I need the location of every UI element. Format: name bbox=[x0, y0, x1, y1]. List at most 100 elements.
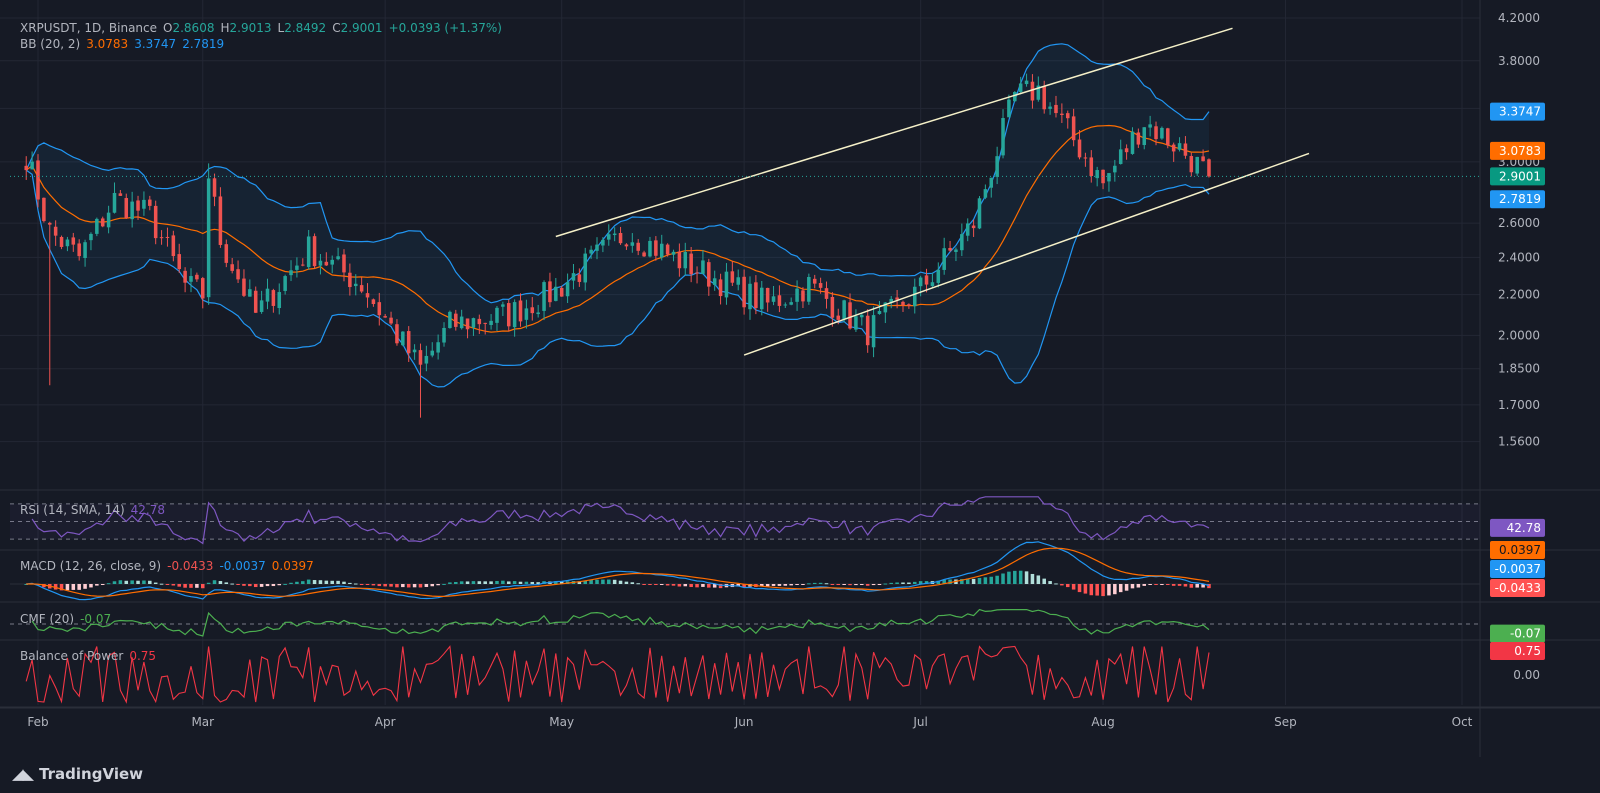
candle-body bbox=[342, 254, 346, 273]
macd-histogram-bar bbox=[795, 584, 799, 585]
candle-body bbox=[89, 233, 93, 241]
macd-histogram-bar bbox=[501, 580, 505, 584]
candle-body bbox=[218, 196, 223, 245]
macd-histogram-bar bbox=[477, 581, 482, 584]
macd-histogram-bar bbox=[1195, 584, 1199, 588]
candle-body bbox=[648, 240, 652, 257]
candle-body bbox=[1130, 131, 1135, 154]
bb-lower-tag: 2.7819 bbox=[1490, 190, 1545, 209]
candle-body bbox=[418, 350, 423, 365]
macd-histogram-bar bbox=[406, 584, 411, 588]
macd-histogram-bar bbox=[306, 579, 311, 584]
macd-histogram-bar bbox=[495, 580, 499, 584]
candle-body bbox=[1083, 157, 1088, 159]
candle-body bbox=[424, 355, 429, 364]
macd-histogram-bar bbox=[295, 581, 299, 584]
macd-histogram-bar bbox=[824, 583, 829, 585]
cmf-label[interactable]: CMF (20) bbox=[20, 612, 74, 626]
macd-histogram-bar bbox=[524, 581, 529, 584]
macd-histogram-bar bbox=[1124, 584, 1129, 591]
candle-body bbox=[665, 244, 670, 255]
macd-histogram-bar bbox=[177, 584, 181, 587]
price-tick-label: 1.8500 bbox=[1498, 362, 1540, 376]
candle-body bbox=[683, 251, 688, 269]
macd-histogram-bar bbox=[871, 584, 876, 586]
ohlc-row: XRPUSDT, 1D, Binance O2.8608 H2.9013 L2.849… bbox=[20, 20, 508, 36]
candle-body bbox=[1148, 124, 1152, 128]
price-chart[interactable]: 4.20003.80003.40003.00002.60002.40002.20… bbox=[0, 0, 1600, 757]
macd-histogram-bar bbox=[912, 581, 917, 584]
bb-basis-tag-text: 3.0783 bbox=[1499, 144, 1541, 158]
macd-histogram-bar bbox=[353, 583, 358, 585]
candle-body bbox=[618, 233, 623, 244]
candle-body bbox=[265, 288, 270, 302]
macd-histogram-bar bbox=[901, 582, 905, 584]
candle-body bbox=[912, 286, 917, 307]
candle-body bbox=[983, 189, 988, 198]
candle-body bbox=[595, 244, 599, 251]
candle-body bbox=[448, 311, 452, 328]
change-value: +0.0393 (+1.37%) bbox=[388, 21, 502, 35]
candle-body bbox=[124, 198, 129, 219]
candle-body bbox=[112, 192, 117, 213]
macd-histogram-bar bbox=[777, 584, 782, 586]
macd-histogram-bar bbox=[512, 581, 517, 584]
candle-body bbox=[854, 316, 858, 330]
rsi-tag-text: 42.78 bbox=[1507, 521, 1541, 535]
candle-body bbox=[777, 295, 782, 306]
candle-body bbox=[636, 242, 640, 251]
candle-body bbox=[654, 240, 658, 256]
tradingview-logo[interactable]: ◢◣ TradingView bbox=[12, 765, 143, 783]
candle-body bbox=[989, 177, 994, 188]
candle-body bbox=[842, 300, 846, 320]
candle-body bbox=[195, 274, 199, 280]
macd-histogram-bar bbox=[183, 584, 187, 588]
rsi-label[interactable]: RSI (14, SMA, 14) bbox=[20, 503, 125, 517]
time-tick-oct: Oct bbox=[1452, 715, 1473, 729]
macd-histogram-bar bbox=[459, 581, 464, 584]
bop-tick-label: 0.00 bbox=[1513, 668, 1540, 682]
candle-body bbox=[1166, 128, 1170, 146]
symbol-title[interactable]: XRPUSDT, 1D, Binance bbox=[20, 21, 157, 35]
macd-histogram-bar bbox=[595, 579, 599, 584]
macd-label[interactable]: MACD (12, 26, close, 9) bbox=[20, 559, 161, 573]
macd-histogram-bar bbox=[601, 579, 605, 584]
bop-label[interactable]: Balance of Power bbox=[20, 649, 123, 663]
macd-histogram-bar bbox=[665, 584, 670, 586]
candle-body bbox=[801, 290, 805, 302]
candle-body bbox=[848, 302, 852, 329]
macd-line-value: -0.0037 bbox=[219, 559, 266, 573]
macd-histogram-bar bbox=[1101, 584, 1105, 597]
candle-body bbox=[1089, 157, 1094, 177]
candle-body bbox=[783, 304, 788, 306]
macd-histogram-bar bbox=[624, 581, 629, 584]
macd-histogram-bar bbox=[677, 584, 682, 587]
candle-body bbox=[554, 286, 558, 301]
macd-histogram-bar bbox=[1054, 583, 1058, 585]
macd-histogram-bar bbox=[1107, 584, 1111, 596]
macd-histogram-bar bbox=[783, 584, 788, 586]
candle-body bbox=[436, 342, 440, 353]
bb-upper-tag-text: 3.3747 bbox=[1499, 105, 1541, 119]
macd-histogram-bar bbox=[242, 584, 246, 586]
macd-histogram-bar bbox=[148, 580, 152, 584]
macd-histogram-bar bbox=[842, 584, 846, 585]
candle-body bbox=[353, 283, 358, 287]
macd-histogram-bar bbox=[1007, 571, 1011, 584]
macd-histogram-bar bbox=[383, 584, 387, 587]
bop-value: 0.75 bbox=[129, 649, 157, 663]
macd-histogram-bar bbox=[130, 580, 134, 584]
last-price-tag: 2.9001 bbox=[1490, 167, 1545, 186]
candle-body bbox=[877, 311, 882, 314]
bb-label[interactable]: BB (20, 2) bbox=[20, 37, 80, 51]
candle-body bbox=[1042, 86, 1046, 110]
rsi-legend: RSI (14, SMA, 14) 42.78 bbox=[20, 502, 171, 518]
macd-histogram-bar bbox=[865, 584, 870, 586]
low-value: 2.8492 bbox=[284, 21, 327, 35]
macd-histogram-bar bbox=[136, 580, 140, 584]
bop-tag-text: 0.75 bbox=[1514, 644, 1541, 658]
candle-body bbox=[860, 314, 864, 318]
macd-histogram-bar bbox=[636, 583, 640, 585]
candle-body bbox=[559, 287, 564, 297]
rsi-tag: 42.78 bbox=[1490, 518, 1545, 537]
